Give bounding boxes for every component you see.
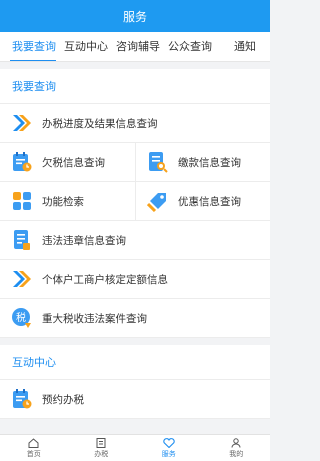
page-title: 服务 (122, 9, 147, 24)
list-item-payment[interactable]: 缴款信息查询 (135, 143, 270, 181)
user-icon (230, 437, 242, 448)
double-chevron-icon (11, 112, 33, 134)
list-item-violation[interactable]: 违法违章信息查询 (0, 221, 270, 260)
document-search-icon (147, 151, 169, 173)
item-label: 功能检索 (42, 195, 84, 208)
header-bar: 服务 (0, 0, 270, 32)
item-label: 办税进度及结果信息查询 (42, 117, 158, 130)
tabbar-item-home[interactable]: 首页 (0, 435, 68, 461)
bottom-tabbar: 首页 办税 服务 我的 (0, 434, 270, 461)
tabbar-item-service[interactable]: 服务 (135, 435, 203, 461)
query-section: 我要查询 办税进度及结果信息查询 欠税信息查询 缴款信息查询 功能检索 优惠信息… (0, 69, 270, 338)
tab-query[interactable]: 我要查询 (0, 32, 60, 61)
tag-icon (147, 190, 169, 212)
item-label: 个体户工商户核定定额信息 (42, 273, 168, 286)
tabbar-label: 服务 (161, 450, 176, 458)
item-label: 重大税收违法案件查询 (42, 312, 147, 325)
calendar-clipboard-icon (11, 388, 33, 410)
item-label: 欠税信息查询 (42, 156, 105, 169)
grid-icon (11, 190, 33, 212)
tabbar-label: 首页 (26, 450, 41, 458)
tabbar-item-tax[interactable]: 办税 (68, 435, 136, 461)
list-item-preferential[interactable]: 优惠信息查询 (135, 182, 270, 220)
tab-interaction[interactable]: 互动中心 (60, 32, 112, 61)
tabbar-label: 办税 (94, 450, 109, 458)
list-item-major-case[interactable]: 税 重大税收违法案件查询 (0, 299, 270, 338)
item-label: 缴款信息查询 (178, 156, 241, 169)
list-item-arrears[interactable]: 欠税信息查询 (0, 143, 135, 181)
tax-circle-icon: 税 (11, 307, 33, 329)
svg-text:税: 税 (16, 311, 26, 324)
tabbar-label: 我的 (229, 450, 244, 458)
tab-public-query[interactable]: 公众查询 (164, 32, 216, 61)
list-item-individual-quota[interactable]: 个体户工商户核定定额信息 (0, 260, 270, 299)
item-label: 预约办税 (42, 393, 84, 406)
home-icon (28, 437, 40, 448)
double-chevron-icon (11, 268, 33, 290)
book-icon (95, 437, 107, 448)
list-item-appointment[interactable]: 预约办税 (0, 380, 270, 419)
section-title-interaction: 互动中心 (0, 345, 270, 380)
heart-icon (163, 437, 175, 448)
tab-consult[interactable]: 咨询辅导 (112, 32, 164, 61)
top-tabs: 我要查询 互动中心 咨询辅导 公众查询 通知 (0, 32, 270, 62)
item-label: 优惠信息查询 (178, 195, 241, 208)
list-item-function-search[interactable]: 功能检索 (0, 182, 135, 220)
tabbar-item-mine[interactable]: 我的 (203, 435, 271, 461)
tab-notice[interactable]: 通知 (230, 32, 270, 61)
interaction-section: 互动中心 预约办税 (0, 345, 270, 419)
list-item-progress[interactable]: 办税进度及结果信息查询 (0, 104, 270, 143)
calendar-clipboard-icon (11, 151, 33, 173)
section-title-query: 我要查询 (0, 69, 270, 104)
item-label: 违法违章信息查询 (42, 234, 126, 247)
list-document-icon (11, 229, 33, 251)
